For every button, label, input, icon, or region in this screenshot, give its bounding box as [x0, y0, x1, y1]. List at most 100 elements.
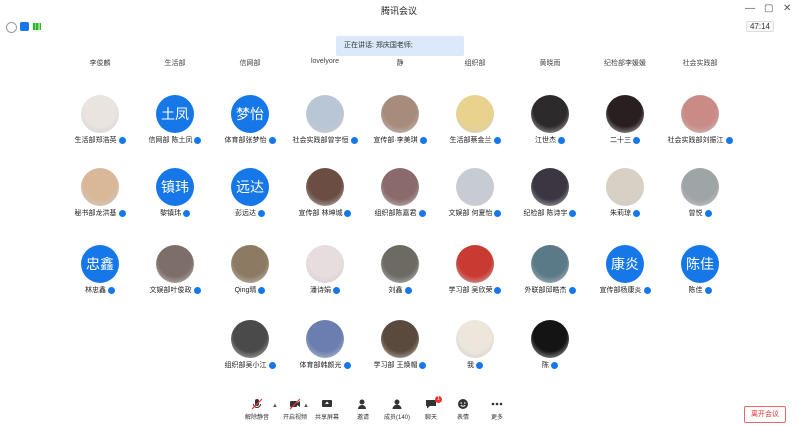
muted-mic-icon — [419, 361, 427, 369]
participant-name: 秘书部龙洪基 — [60, 208, 140, 218]
participant-name-text: 江世杰 — [535, 137, 556, 144]
participant-tile-partial[interactable]: 黄晓雨 — [510, 58, 590, 67]
participant-name: 宣传部 林坤城 — [285, 208, 365, 218]
participant-tile[interactable]: 学习部 王焕帽 — [360, 320, 440, 390]
participant-tile[interactable]: Qing晴 — [210, 245, 290, 315]
participant-tile[interactable]: 二十三 — [585, 95, 665, 165]
muted-mic-icon — [404, 286, 412, 294]
participant-tile-partial[interactable]: 静 — [360, 58, 440, 67]
participant-tile[interactable]: 陈 — [510, 320, 590, 390]
participant-tile-partial[interactable]: 纪检部李媛媛 — [585, 58, 665, 67]
participant-tile[interactable]: 秘书部龙洪基 — [60, 168, 140, 238]
bottom-toolbar: 解除静音 ▲ 开启视频 ▲ 共享屏幕 邀请 成员(140) 1 聊天 表情 更多 — [0, 395, 798, 426]
video-options-arrow[interactable]: ▲ — [303, 403, 309, 409]
muted-mic-icon — [704, 209, 712, 217]
muted-mic-icon — [643, 286, 651, 294]
participant-tile[interactable]: 外联部邱皓杰 — [510, 245, 590, 315]
smile-icon — [458, 399, 468, 409]
participant-tile-partial[interactable]: 社会实践部 — [660, 58, 740, 67]
participant-tile[interactable]: 体育部韩颜光 — [285, 320, 365, 390]
participant-name: 曾悦 — [660, 208, 740, 218]
participant-tile[interactable]: 江世杰 — [510, 95, 590, 165]
members-icon — [392, 399, 402, 409]
muted-mic-icon — [258, 286, 266, 294]
participant-name: 生活部蔡金兰 — [435, 135, 515, 145]
participant-tile-partial[interactable]: 李俊麟 — [60, 58, 140, 67]
muted-mic-icon — [704, 286, 712, 294]
participant-tile[interactable]: 远达 彭远达 — [210, 168, 290, 238]
participant-avatar: 梦怡 — [231, 95, 269, 133]
video-button[interactable]: 开启视频 — [278, 398, 312, 421]
participant-tile[interactable]: 生活部郑浩英 — [60, 95, 140, 165]
leave-meeting-button[interactable]: 离开会议 — [744, 406, 786, 423]
participant-name: 彭远达 — [210, 208, 290, 218]
participant-name-text: 朱莉琼 — [610, 210, 631, 217]
participant-tile[interactable]: 组织部陈嘉君 — [360, 168, 440, 238]
participant-avatar — [306, 245, 344, 283]
participant-tile[interactable]: 宣传部 林坤城 — [285, 168, 365, 238]
participant-tile[interactable]: 梦怡 体育部张梦怡 — [210, 95, 290, 165]
participant-tile-partial[interactable]: 组织部 — [435, 58, 515, 67]
participant-tile-partial[interactable]: 信网部 — [210, 58, 290, 67]
participant-avatar: 康炎 — [606, 245, 644, 283]
participant-name: lovelyore — [310, 58, 339, 65]
mute-button[interactable]: 解除静音 — [240, 398, 274, 421]
participant-tile[interactable]: 纪检部 陈诗宇 — [510, 168, 590, 238]
muted-mic-icon — [569, 209, 577, 217]
participant-tile[interactable]: 康炎 宣传部杨康炎 — [585, 245, 665, 315]
participant-tile[interactable]: 土凤 信网部 陈土凤 — [135, 95, 215, 165]
participant-tile[interactable]: 刘鑫 — [360, 245, 440, 315]
participant-name-text: 生活部郑浩英 — [74, 137, 117, 144]
participant-tile[interactable]: 组织部吴小江 — [210, 320, 290, 390]
participant-tile[interactable]: 文娱部 何夏怡 — [435, 168, 515, 238]
muted-mic-icon — [558, 136, 565, 144]
participant-name-text: 宣传部·李美琪 — [373, 137, 418, 144]
participant-tile[interactable]: 宣传部·李美琪 — [360, 95, 440, 165]
participant-name-text: 纪检部 陈诗宇 — [523, 210, 568, 217]
participant-tile[interactable]: 社会实践部曾宇恒 — [285, 95, 365, 165]
add-user-icon — [358, 399, 366, 409]
participant-tile[interactable]: 文娱部叶俊政 — [135, 245, 215, 315]
members-button[interactable]: 成员(140) — [380, 398, 414, 421]
participant-avatar: 远达 — [231, 168, 269, 206]
participant-tile[interactable]: 生活部蔡金兰 — [435, 95, 515, 165]
participant-tile[interactable]: 社会实践部刘振江 — [660, 95, 740, 165]
participant-tile-partial[interactable]: lovelyore — [285, 58, 365, 66]
microphone-icon — [251, 398, 263, 410]
participant-name: 宣传部杨康炎 — [585, 285, 665, 295]
participant-tile[interactable]: 朱莉琼 — [585, 168, 665, 238]
invite-button[interactable]: 邀请 — [346, 398, 380, 421]
participant-avatar — [531, 320, 569, 358]
share-screen-button[interactable]: 共享屏幕 — [310, 398, 344, 421]
participant-name: 二十三 — [585, 135, 665, 145]
participant-name-text: 文娱部 何夏怡 — [448, 210, 493, 217]
participant-tile[interactable]: 镇玮 黎镇玮 — [135, 168, 215, 238]
participant-tile-partial[interactable]: 生活部 — [135, 58, 215, 67]
participant-name-text: 陈佳 — [688, 287, 703, 294]
reaction-button[interactable]: 表情 — [446, 398, 480, 421]
participant-name-text: 林忠鑫 — [85, 287, 106, 294]
participant-name: 文娱部 何夏怡 — [435, 208, 515, 218]
participant-name-text: 陈 — [542, 362, 549, 369]
participant-tile[interactable]: 学习部 吴欣荣 — [435, 245, 515, 315]
participant-tile[interactable]: 我 — [435, 320, 515, 390]
muted-mic-icon — [551, 361, 558, 369]
muted-mic-icon — [118, 209, 126, 217]
participant-tile[interactable]: 忠鑫 林忠鑫 — [60, 245, 140, 315]
muted-mic-icon — [343, 361, 351, 369]
participant-name: 纪检部 陈诗宇 — [510, 208, 590, 218]
muted-mic-icon — [183, 209, 190, 217]
participant-name: 学习部 吴欣荣 — [435, 285, 515, 295]
participant-tile[interactable]: 陈佳 陈佳 — [660, 245, 740, 315]
participant-avatar — [606, 168, 644, 206]
camera-icon — [289, 398, 301, 410]
chat-button[interactable]: 1 聊天 — [414, 396, 448, 421]
more-button[interactable]: 更多 — [480, 398, 514, 421]
participant-name-text: 组织部吴小江 — [224, 362, 267, 369]
participant-avatar — [531, 168, 569, 206]
participant-name: 信网部 — [239, 60, 261, 67]
participant-name-text: 刘鑫 — [388, 287, 403, 294]
participant-tile[interactable]: 潘诗娟 — [285, 245, 365, 315]
participant-tile[interactable]: 曾悦 — [660, 168, 740, 238]
participant-name: 组织部 — [464, 60, 486, 67]
